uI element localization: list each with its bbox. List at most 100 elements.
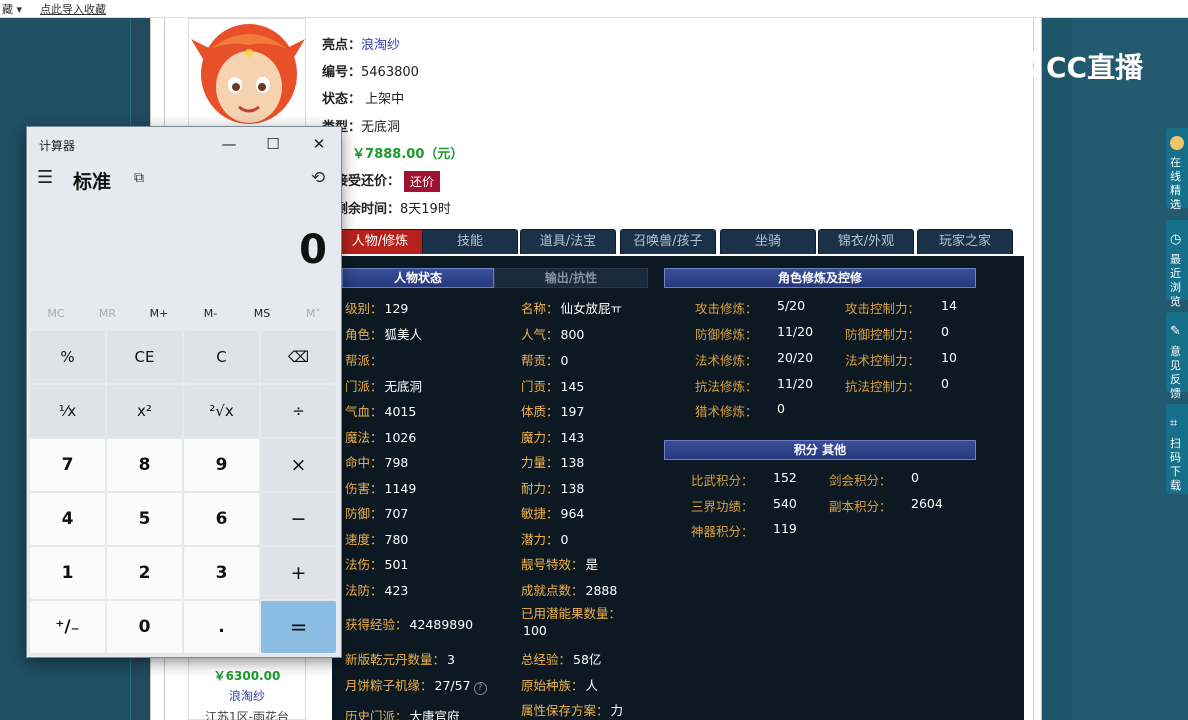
stat-value: 0 [560,353,569,368]
tab-skills[interactable]: 技能 [422,229,518,254]
character-status-header[interactable]: 人物状态 [342,268,494,288]
points-value: 2604 [911,496,943,511]
points-label: 副本积分： [829,499,892,514]
clear-entry-button[interactable]: CE [107,331,182,383]
add-button[interactable]: + [261,547,336,599]
digit-6-button[interactable]: 6 [184,493,259,545]
stat-row: 防御： 707 [345,503,408,522]
stat-row: 月饼粽子机缘： 27/57? [345,675,487,695]
memory-add-button[interactable]: M+ [134,307,184,320]
stat-label: 获得经验： [345,617,408,632]
negate-button[interactable]: ⁺/₋ [30,601,105,653]
cultivation-value: 10 [941,350,957,365]
bookmarks-menu[interactable]: 藏 ▾ [2,1,22,17]
subtract-button[interactable]: − [261,493,336,545]
memory-store-button[interactable]: MS [237,307,287,320]
stat-value: 145 [560,379,585,394]
tab-player-home[interactable]: 玩家之家 [917,229,1013,254]
multiply-button[interactable]: × [261,439,336,491]
tab-pets[interactable]: 召唤兽/孩子 [620,229,716,254]
stat-value: 143 [560,430,585,445]
memory-recall-button[interactable]: MR [83,307,133,320]
stat-label: 名称： [521,301,559,316]
stat-row: 历史门派： 大唐官府 [345,706,460,720]
stat-value: 100 [523,623,547,638]
decimal-button[interactable]: . [184,601,259,653]
stat-label: 帮贡： [521,353,559,368]
percent-button[interactable]: % [30,331,105,383]
counter-offer-button[interactable]: 还价 [404,171,441,192]
keep-on-top-icon[interactable]: ⧉ [134,170,144,186]
stat-label: 历史门派： [345,709,408,720]
stat-row: 原始种族：人 [521,675,598,694]
equals-button[interactable]: = [261,601,336,653]
price-row: 格： ￥7888.00（元） [322,147,464,162]
cultivation-label: 法术控制力： [845,353,921,368]
stat-row: 气血： 4015 [345,401,416,420]
digit-0-button[interactable]: 0 [107,601,182,653]
stat-label: 耐力： [521,481,559,496]
stat-row: 靓号特效：是 [521,554,598,573]
side-widget-feedback[interactable]: ✎ 意见反馈 [1166,312,1188,400]
stat-label: 速度： [345,532,383,547]
close-icon[interactable]: ✕ [299,131,339,157]
stat-label: 总经验： [521,652,572,667]
digit-7-button[interactable]: 7 [30,439,105,491]
stat-row: 属性保存方案：力 [521,700,623,719]
divide-button[interactable]: ÷ [261,385,336,437]
reciprocal-button[interactable]: ¹⁄x [30,385,105,437]
cultivation-cell: 防御控制力： [845,324,920,343]
side-widget-featured[interactable]: 在线精选 [1166,128,1188,211]
minimize-icon[interactable]: — [209,131,249,157]
stat-row: 总经验： 58亿 [521,649,601,668]
cultivation-cell: 0 [939,376,949,391]
memory-list-button[interactable]: M˅ [289,307,339,320]
maximize-icon[interactable]: ☐ [253,131,293,157]
output-resist-header[interactable]: 输出/抗性 [494,268,648,288]
digit-5-button[interactable]: 5 [107,493,182,545]
tab-items[interactable]: 道具/法宝 [520,229,616,254]
stat-label: 靓号特效： [521,557,584,572]
digit-3-button[interactable]: 3 [184,547,259,599]
digit-8-button[interactable]: 8 [107,439,182,491]
cultivation-value: 14 [941,298,957,313]
help-icon[interactable]: ? [473,682,487,695]
stat-value: 大唐官府 [409,709,460,720]
history-icon[interactable]: ⟲ [311,168,325,188]
square-root-button[interactable]: ²√x [184,385,259,437]
clear-button[interactable]: C [184,331,259,383]
backspace-button[interactable]: ⌫ [261,331,336,383]
stat-value: 501 [384,557,409,572]
digit-1-button[interactable]: 1 [30,547,105,599]
memory-subtract-button[interactable]: M- [186,307,236,320]
memory-clear-button[interactable]: MC [31,307,81,320]
stat-row: 新版乾元丹数量： 3 [345,649,455,668]
calculator-window: 计算器 — ☐ ✕ ☰ 标准 ⧉ ⟲ 0 MC MR M+ M- MS M˅ % CE C ⌫ ¹… [26,126,342,658]
digit-9-button[interactable]: 9 [184,439,259,491]
stat-value: 1149 [384,481,417,496]
side-widget-recent[interactable]: ◷ 最近浏览 [1166,220,1188,308]
cultivation-cell: 抗法修炼： [695,376,758,395]
digit-4-button[interactable]: 4 [30,493,105,545]
watermark-text: CC直播 [1046,51,1144,84]
stat-value: 是 [585,557,599,572]
digit-2-button[interactable]: 2 [107,547,182,599]
hamburger-menu-icon[interactable]: ☰ [37,167,53,188]
stat-row: 名称： 仙女放屁ㅠ [521,298,622,317]
cultivation-cell: 法术修炼： [695,350,758,369]
card-name-link[interactable]: 浪淘纱 [189,687,305,704]
points-value: 540 [773,496,797,511]
tab-outfits[interactable]: 锦衣/外观 [818,229,914,254]
stat-value: 138 [560,481,585,496]
side-widget-download[interactable]: ⌗ 扫码下载 [1166,404,1188,494]
stat-value: 42489890 [409,617,474,632]
stat-label: 命中： [345,455,383,470]
cc-live-watermark: CC直播 [996,44,1143,84]
import-bookmarks-link[interactable]: 点此导入收藏 [40,1,106,17]
stat-value: 1026 [384,430,417,445]
highlight-link[interactable]: 浪淘纱 [361,38,400,53]
points-cell: 152 [771,470,797,485]
tab-character[interactable]: 人物/修炼 [332,229,428,254]
square-button[interactable]: x² [107,385,182,437]
tab-mounts[interactable]: 坐骑 [720,229,816,254]
